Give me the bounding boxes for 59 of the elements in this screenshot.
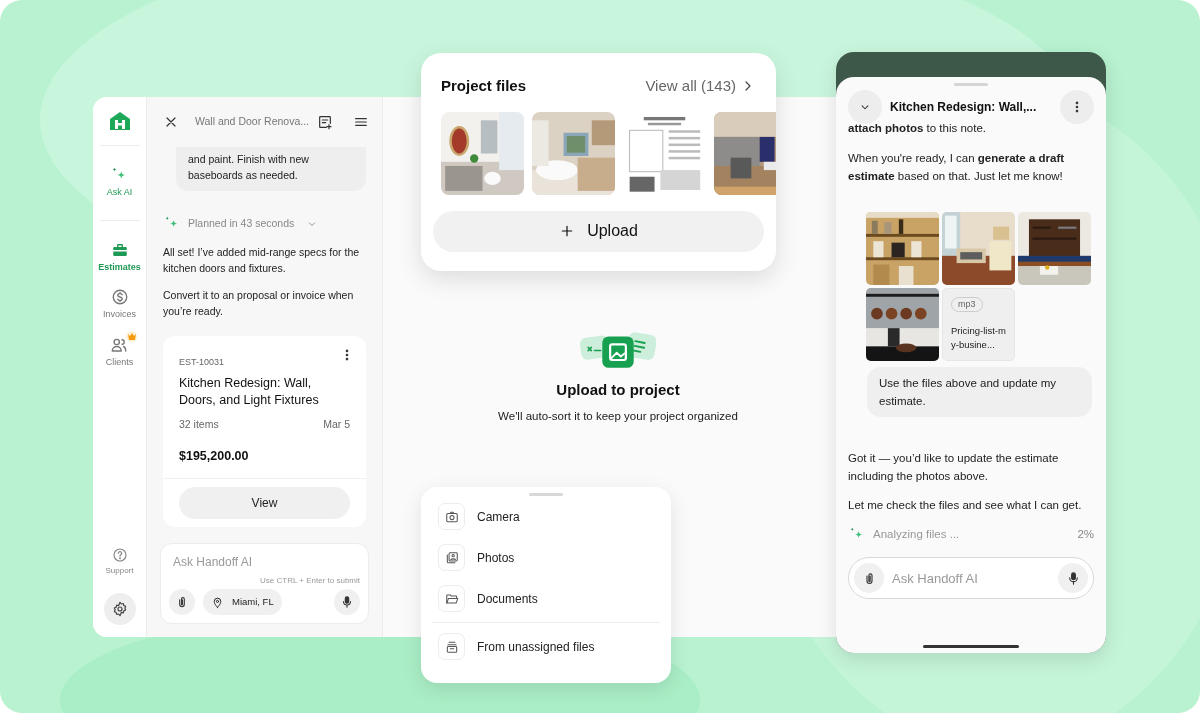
submit-hint: Use CTRL + Enter to submit <box>260 575 360 587</box>
settings-icon <box>111 601 128 617</box>
progress-percent: 2% <box>1077 527 1094 542</box>
estimate-total: $195,200.00 <box>179 447 250 465</box>
new-note-button[interactable] <box>317 114 333 130</box>
card-title: Project files <box>441 76 528 96</box>
assistant-message: When you're ready, I can generate a draft estimate based on that. Just let me know! <box>847 151 1066 184</box>
help-icon <box>111 547 128 563</box>
drag-handle[interactable] <box>954 83 988 86</box>
drag-handle[interactable] <box>529 493 563 496</box>
assistant-message: Convert it to an proposal or invoice when you’re ready. <box>162 288 355 319</box>
estimate-title: Kitchen Redesign: Wall, Doors, and Light Fixtures <box>179 375 320 409</box>
note-add-icon <box>317 114 333 130</box>
thinking-label: Planned in 43 seconds <box>188 215 295 231</box>
support-link[interactable]: Support <box>105 547 134 577</box>
chat-title: Wall and Door Renova... <box>195 114 309 130</box>
camera-icon <box>444 509 459 524</box>
menu-item[interactable]: From unassigned files <box>421 626 671 667</box>
menu-item[interactable]: Camera <box>421 496 671 537</box>
nav-item[interactable]: Ask AI <box>106 166 133 200</box>
folder-icon <box>444 591 459 606</box>
nav-item[interactable]: Clients <box>105 335 134 369</box>
microphone-icon <box>340 595 354 609</box>
status-label: Analyzing files ... <box>873 527 961 542</box>
tray-icon <box>444 639 459 654</box>
message-field[interactable]: Ask Handoff AI <box>848 557 1094 600</box>
message-input[interactable]: Ask Handoff AI <box>169 552 360 572</box>
user-message: and paint. Finish with new baseboards as needed. <box>176 147 366 191</box>
sheet-title: Kitchen Redesign: Wall,... <box>890 99 1037 116</box>
estimate-date: Mar 5 <box>323 417 350 432</box>
location-button[interactable]: Miami, FL <box>203 589 282 615</box>
estimate-number: EST-10031 <box>179 356 225 369</box>
menu-item[interactable]: Documents <box>421 578 671 619</box>
assistant-message: attach photos to this note. <box>847 121 988 136</box>
message-input[interactable]: Ask Handoff AI <box>892 568 1050 588</box>
file-name: Pricing-list-my-busine... <box>951 324 1006 352</box>
location-pin-icon <box>211 595 224 609</box>
settings-button[interactable] <box>103 593 136 625</box>
microphone-button[interactable] <box>1058 563 1088 594</box>
nav-item[interactable]: Invoices <box>103 288 136 322</box>
upload-title: Upload to project <box>556 380 680 400</box>
item-count: 32 items <box>179 417 219 432</box>
dollar-icon <box>110 288 129 306</box>
upload-button[interactable]: Upload <box>433 210 764 252</box>
view-button[interactable]: View <box>179 486 350 519</box>
assistant-message: All set! I’ve added mid-range specs for the kitchen doors and fixtures. <box>162 245 361 276</box>
user-message: Use the files above and update my estimate. <box>867 367 1092 417</box>
attach-button[interactable] <box>854 563 884 594</box>
file-card[interactable]: mp3 Pricing-list-my-busine... <box>942 288 1015 361</box>
assistant-message: Let me check the files and see what I can get. <box>847 498 1083 513</box>
nav-item[interactable]: Estimates <box>98 240 141 274</box>
logo-icon <box>107 109 132 133</box>
view-all-link[interactable]: View all (143) <box>645 75 756 98</box>
assistant-message: Got it — you’d like to update the estimate including the photos above. <box>847 451 1060 484</box>
photos-icon <box>444 550 459 565</box>
attach-button[interactable] <box>169 589 195 615</box>
menu-item[interactable]: Photos <box>421 537 671 578</box>
upload-subtitle: We'll auto-sort it to keep your project organized <box>498 408 738 424</box>
microphone-button[interactable] <box>334 589 360 615</box>
